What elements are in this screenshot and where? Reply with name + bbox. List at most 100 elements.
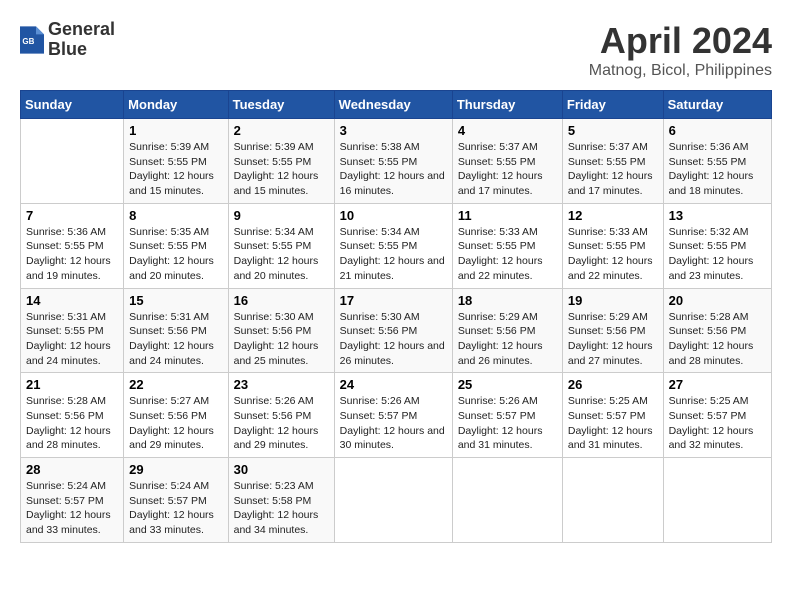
calendar-week-3: 14 Sunrise: 5:31 AMSunset: 5:55 PMDayligh… [21,288,772,373]
day-info: Sunrise: 5:39 AMSunset: 5:55 PMDaylight:… [234,140,329,199]
calendar-cell: 10Sunrise: 5:34 AMSunset: 5:55 PMDayligh… [334,203,452,288]
calendar-cell: 26 Sunrise: 5:25 AMSunset: 5:57 PMDayligh… [562,373,663,458]
calendar-cell: 5 Sunrise: 5:37 AMSunset: 5:55 PMDaylight… [562,119,663,204]
day-number: 18 [458,293,557,308]
day-info: Sunrise: 5:33 AMSunset: 5:55 PMDaylight:… [458,225,557,284]
page-header: GB General Blue April 2024 Matnog, Bicol… [20,20,772,80]
day-info: Sunrise: 5:37 AMSunset: 5:55 PMDaylight:… [458,140,557,199]
day-number: 1 [129,123,222,138]
calendar-cell: 23 Sunrise: 5:26 AMSunset: 5:56 PMDayligh… [228,373,334,458]
calendar-cell: 1 Sunrise: 5:39 AMSunset: 5:55 PMDaylight… [124,119,228,204]
day-info: Sunrise: 5:38 AMSunset: 5:55 PMDaylight:… [340,140,447,199]
calendar-cell: 4 Sunrise: 5:37 AMSunset: 5:55 PMDaylight… [452,119,562,204]
calendar-cell: 13Sunrise: 5:32 AMSunset: 5:55 PMDayligh… [663,203,771,288]
day-number: 25 [458,377,557,392]
calendar-cell: 11 Sunrise: 5:33 AMSunset: 5:55 PMDayligh… [452,203,562,288]
header-wednesday: Wednesday [334,91,452,119]
logo-icon: GB [20,26,44,54]
day-number: 24 [340,377,447,392]
calendar-cell: 16Sunrise: 5:30 AMSunset: 5:56 PMDayligh… [228,288,334,373]
day-info: Sunrise: 5:25 AMSunset: 5:57 PMDaylight:… [568,394,658,453]
day-info: Sunrise: 5:26 AMSunset: 5:57 PMDaylight:… [340,394,447,453]
day-number: 28 [26,462,118,477]
calendar-cell: 6 Sunrise: 5:36 AMSunset: 5:55 PMDaylight… [663,119,771,204]
calendar-cell: 21 Sunrise: 5:28 AMSunset: 5:56 PMDayligh… [21,373,124,458]
calendar-cell: 3 Sunrise: 5:38 AMSunset: 5:55 PMDaylight… [334,119,452,204]
calendar-cell [21,119,124,204]
calendar-cell: 7Sunrise: 5:36 AMSunset: 5:55 PMDaylight… [21,203,124,288]
calendar-cell: 25 Sunrise: 5:26 AMSunset: 5:57 PMDayligh… [452,373,562,458]
calendar-cell [663,458,771,543]
calendar-cell: 20Sunrise: 5:28 AMSunset: 5:56 PMDayligh… [663,288,771,373]
calendar-cell: 9 Sunrise: 5:34 AMSunset: 5:55 PMDaylight… [228,203,334,288]
calendar-cell [452,458,562,543]
calendar-week-2: 7Sunrise: 5:36 AMSunset: 5:55 PMDaylight… [21,203,772,288]
calendar-cell [562,458,663,543]
calendar-subtitle: Matnog, Bicol, Philippines [589,62,772,80]
calendar-week-4: 21 Sunrise: 5:28 AMSunset: 5:56 PMDayligh… [21,373,772,458]
calendar-cell: 28 Sunrise: 5:24 AMSunset: 5:57 PMDayligh… [21,458,124,543]
day-info: Sunrise: 5:30 AMSunset: 5:56 PMDaylight:… [340,310,447,369]
day-info: Sunrise: 5:26 AMSunset: 5:57 PMDaylight:… [458,394,557,453]
header-sunday: Sunday [21,91,124,119]
day-number: 17 [340,293,447,308]
calendar-cell: 29Sunrise: 5:24 AMSunset: 5:57 PMDayligh… [124,458,228,543]
logo: GB General Blue [20,20,115,60]
header-saturday: Saturday [663,91,771,119]
calendar-cell: 2 Sunrise: 5:39 AMSunset: 5:55 PMDaylight… [228,119,334,204]
calendar-cell: 18 Sunrise: 5:29 AMSunset: 5:56 PMDayligh… [452,288,562,373]
calendar-body: 1 Sunrise: 5:39 AMSunset: 5:55 PMDaylight… [21,119,772,543]
day-number: 2 [234,123,329,138]
calendar-cell: 8Sunrise: 5:35 AMSunset: 5:55 PMDaylight… [124,203,228,288]
header-monday: Monday [124,91,228,119]
logo-text: General Blue [48,20,115,60]
calendar-cell: 12 Sunrise: 5:33 AMSunset: 5:55 PMDayligh… [562,203,663,288]
day-number: 14 [26,293,118,308]
day-info: Sunrise: 5:28 AMSunset: 5:56 PMDaylight:… [26,394,118,453]
day-info: Sunrise: 5:31 AMSunset: 5:55 PMDaylight:… [26,310,118,369]
day-number: 27 [669,377,766,392]
day-number: 3 [340,123,447,138]
calendar-header: Sunday Monday Tuesday Wednesday Thursday… [21,91,772,119]
day-number: 6 [669,123,766,138]
day-number: 26 [568,377,658,392]
day-info: Sunrise: 5:36 AMSunset: 5:55 PMDaylight:… [26,225,118,284]
day-number: 4 [458,123,557,138]
day-info: Sunrise: 5:36 AMSunset: 5:55 PMDaylight:… [669,140,766,199]
day-info: Sunrise: 5:37 AMSunset: 5:55 PMDaylight:… [568,140,658,199]
calendar-cell: 17 Sunrise: 5:30 AMSunset: 5:56 PMDayligh… [334,288,452,373]
calendar-week-5: 28 Sunrise: 5:24 AMSunset: 5:57 PMDayligh… [21,458,772,543]
calendar-week-1: 1 Sunrise: 5:39 AMSunset: 5:55 PMDaylight… [21,119,772,204]
calendar-cell: 27 Sunrise: 5:25 AMSunset: 5:57 PMDayligh… [663,373,771,458]
day-info: Sunrise: 5:29 AMSunset: 5:56 PMDaylight:… [568,310,658,369]
day-info: Sunrise: 5:24 AMSunset: 5:57 PMDaylight:… [129,479,222,538]
day-number: 21 [26,377,118,392]
day-number: 5 [568,123,658,138]
day-info: Sunrise: 5:27 AMSunset: 5:56 PMDaylight:… [129,394,222,453]
calendar-cell [334,458,452,543]
header-friday: Friday [562,91,663,119]
day-number: 19 [568,293,658,308]
svg-text:GB: GB [22,37,34,46]
day-number: 9 [234,208,329,223]
day-number: 12 [568,208,658,223]
day-info: Sunrise: 5:29 AMSunset: 5:56 PMDaylight:… [458,310,557,369]
day-info: Sunrise: 5:31 AMSunset: 5:56 PMDaylight:… [129,310,222,369]
header-row: Sunday Monday Tuesday Wednesday Thursday… [21,91,772,119]
day-info: Sunrise: 5:34 AMSunset: 5:55 PMDaylight:… [234,225,329,284]
day-number: 15 [129,293,222,308]
day-number: 11 [458,208,557,223]
day-info: Sunrise: 5:39 AMSunset: 5:55 PMDaylight:… [129,140,222,199]
header-thursday: Thursday [452,91,562,119]
day-info: Sunrise: 5:33 AMSunset: 5:55 PMDaylight:… [568,225,658,284]
calendar-cell: 22 Sunrise: 5:27 AMSunset: 5:56 PMDayligh… [124,373,228,458]
day-number: 22 [129,377,222,392]
calendar-cell: 30Sunrise: 5:23 AMSunset: 5:58 PMDayligh… [228,458,334,543]
day-number: 13 [669,208,766,223]
day-info: Sunrise: 5:24 AMSunset: 5:57 PMDaylight:… [26,479,118,538]
day-info: Sunrise: 5:25 AMSunset: 5:57 PMDaylight:… [669,394,766,453]
logo-line2: Blue [48,40,115,60]
calendar-title: April 2024 [589,20,772,62]
day-info: Sunrise: 5:26 AMSunset: 5:56 PMDaylight:… [234,394,329,453]
day-number: 23 [234,377,329,392]
